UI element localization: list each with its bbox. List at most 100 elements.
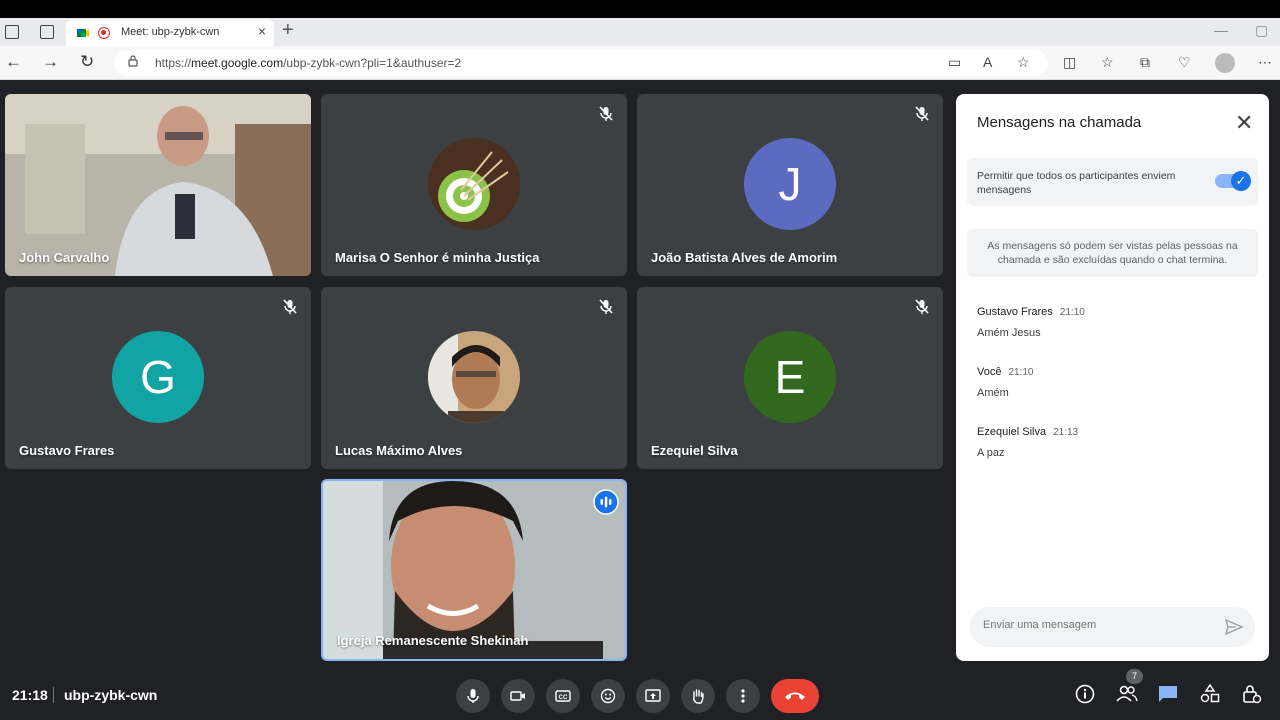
chat-icon[interactable]: [1158, 684, 1178, 704]
maximize-icon[interactable]: ▢: [1255, 22, 1268, 39]
read-aloud-icon[interactable]: A: [983, 54, 992, 70]
chat-title: Mensagens na chamada: [977, 114, 1142, 131]
address-bar: ← → ↻ https://meet.google.com/ubp-zybk-c…: [0, 46, 1280, 80]
message-sender: Gustavo Frares: [977, 306, 1053, 318]
allow-messages-setting: Permitir que todos os participantes envi…: [967, 158, 1258, 206]
camera-icon: [510, 691, 525, 701]
participant-name: João Batista Alves de Amorim: [651, 250, 838, 265]
message-input-container: [970, 607, 1255, 647]
participant-name: Marisa O Senhor é minha Justiça: [335, 250, 540, 265]
participant-name: Ezequiel Silva: [651, 443, 738, 458]
microphone-button[interactable]: [456, 679, 490, 713]
participant-initial-avatar: J: [744, 138, 836, 230]
message-text: A paz: [977, 447, 1005, 459]
activities-icon[interactable]: [1200, 684, 1220, 704]
minimize-icon[interactable]: —: [1214, 22, 1228, 38]
mic-off-icon: [915, 106, 929, 121]
favorites-icon[interactable]: ☆: [1101, 54, 1114, 71]
participant-tile-self[interactable]: Igreja Remanescente Shekinah: [321, 479, 627, 661]
people-count-badge: 7: [1126, 669, 1143, 684]
message-time: 21:10: [1008, 367, 1034, 378]
hang-up-icon: [785, 692, 805, 700]
tab-actions-icon[interactable]: [40, 25, 54, 39]
browser-essentials-icon[interactable]: ♡: [1178, 54, 1191, 71]
svg-text:CC: CC: [559, 695, 568, 701]
workspaces-icon[interactable]: [5, 25, 19, 39]
participant-avatar-image: [428, 331, 520, 423]
message-text: Amém Jesus: [977, 327, 1041, 339]
forward-icon[interactable]: →: [42, 52, 59, 72]
new-tab-icon[interactable]: +: [282, 19, 294, 42]
url-field[interactable]: https://meet.google.com/ubp-zybk-cwn?pli…: [114, 50, 1048, 76]
participant-tile-marisa[interactable]: Marisa O Senhor é minha Justiça: [321, 94, 627, 276]
microphone-icon: [467, 689, 479, 703]
present-screen-icon: [645, 689, 661, 702]
profile-avatar[interactable]: [1215, 53, 1235, 73]
reactions-button[interactable]: [591, 679, 625, 713]
camera-button[interactable]: [501, 679, 535, 713]
participant-name: John Carvalho: [19, 250, 110, 265]
participant-tile-joao[interactable]: J João Batista Alves de Amorim: [637, 94, 943, 276]
mic-off-icon: [599, 299, 613, 314]
people-icon[interactable]: [1116, 684, 1138, 704]
video-feed: [5, 94, 311, 276]
allow-messages-label: Permitir que todos os participantes envi…: [977, 170, 1176, 196]
back-icon[interactable]: ←: [5, 52, 22, 72]
message-time: 21:10: [1059, 307, 1085, 318]
browser-tab-meet[interactable]: Meet: ubp-zybk-cwn ×: [66, 20, 274, 46]
captions-button[interactable]: CC: [546, 679, 580, 713]
participant-tile-gustavo[interactable]: G Gustavo Frares: [5, 287, 311, 469]
browser-tab-bar: Meet: ubp-zybk-cwn × + — ▢: [0, 18, 1280, 46]
letterbox: [0, 0, 1280, 18]
participant-name: Igreja Remanescente Shekinah: [337, 633, 529, 648]
host-controls-icon[interactable]: [1242, 684, 1262, 704]
tab-title: Meet: ubp-zybk-cwn: [121, 26, 220, 38]
more-options-button[interactable]: [726, 679, 760, 713]
raise-hand-button[interactable]: [681, 679, 715, 713]
participant-tile-lucas[interactable]: Lucas Máximo Alves: [321, 287, 627, 469]
participant-name: Gustavo Frares: [19, 443, 115, 458]
recording-icon: [98, 27, 110, 39]
collections-icon[interactable]: ⧉: [1140, 54, 1150, 71]
message-time: 21:13: [1053, 427, 1079, 438]
emoji-icon: [600, 688, 616, 704]
chat-message: Você 21:10 Amém: [977, 362, 1034, 399]
speaking-indicator-icon: [593, 489, 619, 515]
message-text: Amém: [977, 387, 1009, 399]
meeting-info-icon[interactable]: [1075, 684, 1095, 704]
meeting-clock: 21:18: [12, 687, 48, 703]
more-menu-icon[interactable]: ⋯: [1258, 54, 1272, 71]
mic-off-icon: [599, 106, 613, 121]
chat-panel: Mensagens na chamada ✕ Permitir que todo…: [956, 94, 1269, 661]
close-tab-icon[interactable]: ×: [258, 23, 266, 39]
message-sender: Você: [977, 366, 1002, 378]
chat-message: Ezequiel Silva 21:13 A paz: [977, 422, 1078, 459]
meet-favicon-icon: [77, 29, 89, 37]
meeting-code: ubp-zybk-cwn: [64, 687, 158, 703]
end-call-button[interactable]: [771, 679, 819, 713]
present-screen-button[interactable]: [636, 679, 670, 713]
send-icon[interactable]: [1224, 617, 1244, 637]
participant-initial-avatar: G: [112, 331, 204, 423]
lock-icon[interactable]: [128, 55, 138, 67]
participant-initial-avatar: E: [744, 331, 836, 423]
mic-off-icon: [915, 299, 929, 314]
participant-avatar-image: [428, 138, 520, 230]
close-icon[interactable]: ✕: [1235, 110, 1253, 136]
participant-name: Lucas Máximo Alves: [335, 443, 463, 458]
participant-tile-ezequiel[interactable]: E Ezequiel Silva: [637, 287, 943, 469]
check-icon: ✓: [1231, 171, 1251, 191]
camera-permission-icon[interactable]: ▭: [948, 54, 961, 71]
refresh-icon[interactable]: ↻: [80, 52, 94, 72]
allow-messages-toggle[interactable]: ✓: [1215, 171, 1251, 191]
message-input[interactable]: [983, 619, 1213, 631]
message-sender: Ezequiel Silva: [977, 426, 1047, 438]
hand-icon: [693, 689, 704, 704]
mic-off-icon: [283, 299, 297, 314]
chat-info-notice: As mensagens só podem ser vistas pelas p…: [967, 229, 1258, 277]
closed-captions-icon: CC: [555, 690, 571, 702]
favorite-star-icon[interactable]: ☆: [1017, 54, 1030, 71]
chat-message: Gustavo Frares 21:10 Amém Jesus: [977, 302, 1085, 339]
split-screen-icon[interactable]: ◫: [1063, 54, 1076, 71]
participant-tile-john[interactable]: John Carvalho: [5, 94, 311, 276]
